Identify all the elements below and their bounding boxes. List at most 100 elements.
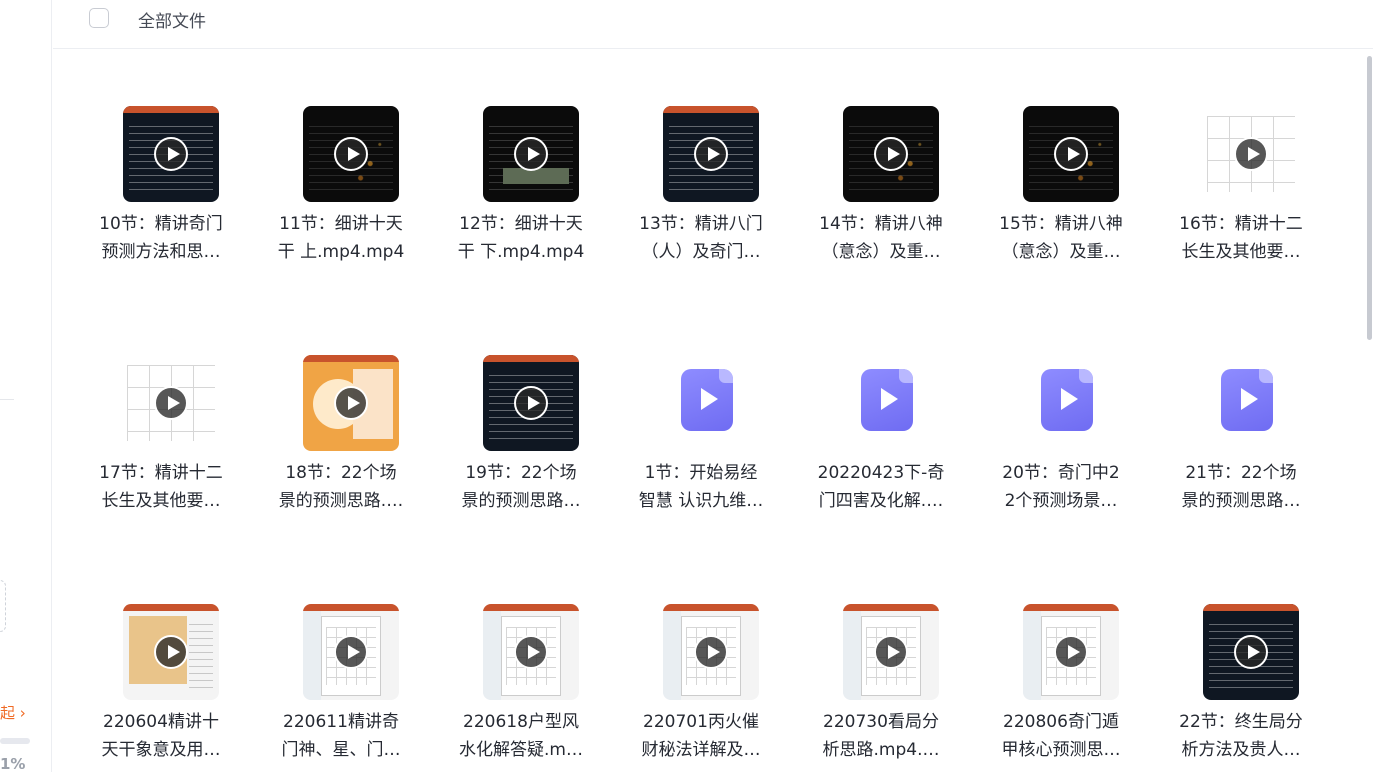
file-name: 15节：精讲八神 （意念）及重… xyxy=(981,210,1141,266)
file-item[interactable]: 220618户型风 水化解答疑.m… xyxy=(441,548,601,768)
file-name: 1节：开始易经 智慧 认识九维… xyxy=(621,459,781,515)
video-thumbnail xyxy=(123,604,219,700)
play-icon xyxy=(334,137,368,171)
file-name-line: （意念）及重… xyxy=(821,242,941,262)
video-thumbnail xyxy=(843,106,939,202)
play-icon xyxy=(514,635,548,669)
file-name-line: 长生及其他要… xyxy=(1181,242,1301,262)
file-item[interactable]: 13节：精讲八门 （人）及奇门… xyxy=(621,50,781,270)
file-list-header: 全部文件 xyxy=(53,0,1373,49)
video-thumbnail xyxy=(123,355,219,451)
play-icon xyxy=(1234,137,1268,171)
file-item[interactable]: 220701丙火催 财秘法详解及… xyxy=(621,548,781,768)
file-name: 220611精讲奇 门神、星、门… xyxy=(261,708,421,764)
play-icon xyxy=(874,137,908,171)
file-name-line: 220604精讲十 xyxy=(103,712,219,732)
file-name-line: 21节：22个场 xyxy=(1185,463,1297,483)
file-name-line: 17节：精讲十二 xyxy=(99,463,223,483)
file-name-line: 20节：奇门中2 xyxy=(1002,463,1120,483)
file-name: 14节：精讲八神 （意念）及重… xyxy=(801,210,961,266)
file-name: 220618户型风 水化解答疑.m… xyxy=(441,708,601,764)
file-name-line: 19节：22个场 xyxy=(465,463,577,483)
file-name-line: 甲核心预测思… xyxy=(1001,740,1121,760)
play-icon xyxy=(154,635,188,669)
file-name-line: 财秘法详解及… xyxy=(641,740,761,760)
file-name-line: 天干象意及用… xyxy=(101,740,221,760)
file-name-line: 长生及其他要… xyxy=(101,491,221,511)
file-name-line: 13节：精讲八门 xyxy=(639,214,763,234)
file-name-line: 门神、星、门… xyxy=(281,740,401,760)
video-thumbnail xyxy=(303,355,399,451)
video-thumbnail xyxy=(483,106,579,202)
file-name-line: 22节：终生局分 xyxy=(1179,712,1303,732)
play-icon xyxy=(154,137,188,171)
file-name-line: 14节：精讲八神 xyxy=(819,214,943,234)
file-name-line: 11节：细讲十天 xyxy=(279,214,403,234)
file-item[interactable]: 15节：精讲八神 （意念）及重… xyxy=(981,50,1141,270)
file-name-line: 10节：精讲奇门 xyxy=(99,214,223,234)
file-name: 20220423下-奇 门四害及化解.… xyxy=(801,459,961,515)
file-name-line: 景的预测思路… xyxy=(461,491,581,511)
file-name-line: 220806奇门遁 xyxy=(1003,712,1119,732)
file-item[interactable]: 18节：22个场 景的预测思路.… xyxy=(261,299,421,519)
file-name-line: 18节：22个场 xyxy=(285,463,397,483)
file-item[interactable]: 220604精讲十 天干象意及用… xyxy=(81,548,241,768)
file-name-line: 干 下.mp4.mp4 xyxy=(457,242,585,262)
file-name-line: （人）及奇门… xyxy=(641,242,761,262)
file-item[interactable]: 17节：精讲十二 长生及其他要… xyxy=(81,299,241,519)
play-icon xyxy=(1234,635,1268,669)
video-thumbnail xyxy=(843,604,939,700)
file-item[interactable]: 12节：细讲十天干 下.mp4.mp4 xyxy=(441,50,601,270)
file-name-line: 门四害及化解.… xyxy=(818,491,944,511)
video-file-icon xyxy=(861,369,913,431)
file-name-line: 干 上.mp4.mp4 xyxy=(277,242,405,262)
play-icon xyxy=(694,137,728,171)
file-name: 20节：奇门中2 2个预测场景… xyxy=(981,459,1141,515)
file-item[interactable]: 20220423下-奇 门四害及化解.… xyxy=(801,299,961,519)
file-item[interactable]: 220611精讲奇 门神、星、门… xyxy=(261,548,421,768)
file-name-line: 20220423下-奇 xyxy=(817,463,945,483)
file-item[interactable]: 1节：开始易经 智慧 认识九维… xyxy=(621,299,781,519)
play-icon xyxy=(1054,635,1088,669)
file-name-line: 景的预测思路… xyxy=(1181,491,1301,511)
play-icon xyxy=(514,137,548,171)
file-name-line: 析方法及贵人… xyxy=(1181,740,1301,760)
file-name-line: 12节：细讲十天 xyxy=(459,214,583,234)
file-name: 16节：精讲十二 长生及其他要… xyxy=(1161,210,1321,266)
file-item[interactable]: 21节：22个场 景的预测思路… xyxy=(1161,299,1321,519)
sidebar-upload-card[interactable] xyxy=(0,580,6,632)
video-thumbnail xyxy=(123,106,219,202)
file-name: 220806奇门遁 甲核心预测思… xyxy=(981,708,1141,764)
file-item[interactable]: 16节：精讲十二 长生及其他要… xyxy=(1161,50,1321,270)
file-item[interactable]: 220806奇门遁 甲核心预测思… xyxy=(981,548,1141,768)
play-icon xyxy=(694,635,728,669)
video-thumbnail xyxy=(483,355,579,451)
file-item[interactable]: 14节：精讲八神 （意念）及重… xyxy=(801,50,961,270)
file-item[interactable]: 10节：精讲奇门 预测方法和思… xyxy=(81,50,241,270)
select-all-checkbox[interactable] xyxy=(89,8,109,28)
sidebar: 起 › 1% xyxy=(0,0,52,773)
file-name-line: 220701丙火催 xyxy=(643,712,759,732)
file-name-line: 析思路.mp4.… xyxy=(822,740,940,760)
file-item[interactable]: 220730看局分 析思路.mp4.… xyxy=(801,548,961,768)
scrollbar[interactable] xyxy=(1367,56,1372,340)
file-item[interactable]: 19节：22个场 景的预测思路… xyxy=(441,299,601,519)
storage-usage-bar xyxy=(0,738,30,744)
file-name-line: 预测方法和思… xyxy=(101,242,221,262)
play-icon xyxy=(154,386,188,420)
play-icon xyxy=(334,386,368,420)
file-name-line: 智慧 认识九维… xyxy=(638,491,764,511)
video-thumbnail xyxy=(663,604,759,700)
sidebar-collapse-link[interactable]: 起 › xyxy=(0,702,26,723)
file-item[interactable]: 22节：终生局分 析方法及贵人… xyxy=(1161,548,1321,768)
file-item[interactable]: 20节：奇门中2 2个预测场景… xyxy=(981,299,1141,519)
collapse-label: 起 xyxy=(0,704,16,722)
file-item[interactable]: 11节：细讲十天干 上.mp4.mp4 xyxy=(261,50,421,270)
file-name-line: 1节：开始易经 xyxy=(644,463,758,483)
file-name: 13节：精讲八门 （人）及奇门… xyxy=(621,210,781,266)
file-name-line: 2个预测场景… xyxy=(1004,491,1118,511)
video-thumbnail xyxy=(1203,604,1299,700)
file-name: 220701丙火催 财秘法详解及… xyxy=(621,708,781,764)
file-name: 10节：精讲奇门 预测方法和思… xyxy=(81,210,241,266)
video-thumbnail xyxy=(303,106,399,202)
